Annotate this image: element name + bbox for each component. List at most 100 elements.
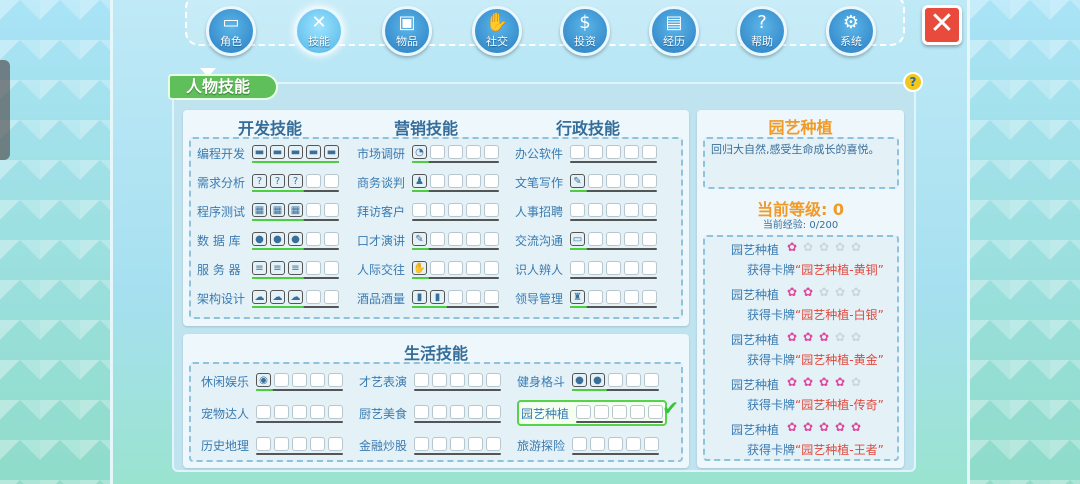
skill-name: 口才演讲 (357, 233, 406, 248)
nav-tab-button[interactable]: ⚙ 系统 (826, 6, 876, 56)
people-icon (412, 202, 427, 217)
skill-row[interactable]: 识人辨人 (515, 256, 657, 282)
nav-tab-0[interactable]: ▭ 角色 (203, 6, 259, 62)
skill-name: 交流沟通 (515, 233, 564, 248)
skill-name: 酒品酒量 (357, 291, 406, 306)
nav-tab-button[interactable]: ▭ 角色 (206, 6, 256, 56)
people-icon (430, 202, 445, 217)
skill-row[interactable]: 健身格斗 ● ● (517, 368, 659, 394)
skill-row[interactable]: 宠物达人 (201, 400, 343, 426)
skill-row[interactable]: 程序测试 ▦ ▦ ▦ (197, 198, 339, 224)
skill-row[interactable]: 架构设计 ☁ ☁ ☁ (197, 285, 339, 311)
reward-get-label: 获得卡牌 (747, 308, 796, 322)
microphone-icon (448, 231, 463, 246)
skill-name: 服 务 器 (197, 262, 241, 277)
nav-tab-6[interactable]: ? 帮助 (734, 6, 790, 62)
close-button[interactable]: ✕ (922, 5, 962, 45)
skill-row[interactable]: 旅游探险 (517, 432, 659, 458)
skill-level-icons (572, 436, 659, 455)
money-bag-icon (414, 436, 429, 451)
skill-row[interactable]: 拜访客户 (357, 198, 499, 224)
help-button[interactable]: ? (903, 72, 923, 92)
side-drawer-handle[interactable] (0, 60, 10, 160)
skill-row[interactable]: 需求分析??? (197, 169, 339, 195)
pie-chart-icon (466, 144, 481, 159)
reward-text: 获得卡牌“园艺种植-白银” (747, 306, 884, 323)
nav-tab-button[interactable]: $ 投资 (560, 6, 610, 56)
flower-icon (612, 404, 627, 419)
skill-row[interactable]: 文笔写作 ✎ (515, 169, 657, 195)
panel-title: 人物技能 (168, 74, 278, 100)
skill-name: 旅游探险 (517, 438, 566, 453)
nav-tab-button[interactable]: ✕ 技能 (294, 6, 344, 56)
flower-pot-icon: ✿ (802, 285, 814, 299)
skill-row[interactable]: 编程开发 ▬ ▬ ▬ ▬ ▬ (197, 140, 339, 166)
nav-tab-button[interactable]: ▤ 经历 (649, 6, 699, 56)
handshake-icon: ✋ (485, 11, 509, 33)
nav-tab-button[interactable]: ✋ 社交 (472, 6, 522, 56)
money-bag-icon (450, 436, 465, 451)
skill-row[interactable]: 口才演讲 ✎ (357, 227, 499, 253)
skill-row[interactable]: 才艺表演 (359, 368, 501, 394)
money-bag-icon (486, 436, 501, 451)
gamepad-icon (274, 372, 289, 387)
skill-row[interactable]: 历史地理 (201, 432, 343, 458)
check-icon: ✔ (662, 396, 679, 420)
reward-get-label: 获得卡牌 (747, 443, 796, 457)
nav-tab-1[interactable]: ✕ 技能 (291, 6, 347, 62)
skill-row[interactable]: 市场调研 ◔ (357, 140, 499, 166)
reward-text: 获得卡牌“园艺种植-王者” (747, 441, 884, 458)
nav-tab-4[interactable]: $ 投资 (557, 6, 613, 62)
skill-row[interactable]: 园艺种植 ✔ (517, 396, 679, 426)
chat-icon: ▭ (570, 231, 585, 246)
nav-tab-7[interactable]: ⚙ 系统 (823, 6, 879, 62)
server-icon: ≡ (270, 260, 285, 275)
flower-pot-icon: ✿ (818, 420, 830, 434)
skill-row[interactable]: 领导管理 ♜ (515, 285, 657, 311)
computer-icon: ▦ (288, 202, 303, 217)
skill-row[interactable]: 商务谈判 ♟ (357, 169, 499, 195)
document-icon: ▤ (665, 11, 683, 33)
nav-tab-button[interactable]: ? 帮助 (737, 6, 787, 56)
skill-row[interactable]: 交流沟通 ▭ (515, 227, 657, 253)
question-bubble-icon: ? (270, 173, 285, 188)
cloud-icon: ☁ (288, 289, 303, 304)
skill-name: 历史地理 (201, 438, 250, 453)
skill-row[interactable]: 人际交往 ✋ (357, 256, 499, 282)
skill-level-icons (414, 404, 501, 423)
handshake-icon (466, 260, 481, 275)
skill-row[interactable]: 人事招聘 (515, 198, 657, 224)
chef-icon (486, 404, 501, 419)
nav-tab-5[interactable]: ▤ 经历 (646, 6, 702, 62)
computer-icon (306, 202, 321, 217)
skill-row[interactable]: 休闲娱乐 ◉ (201, 368, 343, 394)
skill-row[interactable]: 办公软件 (515, 140, 657, 166)
skill-level-icons: ♜ (570, 289, 657, 308)
reward-level-flowers: ✿ ✿ ✿ ✿ ✿ (785, 419, 863, 435)
skill-level-icons (570, 144, 657, 163)
flower-icon (630, 404, 645, 419)
skill-row[interactable]: 金融炒股 (359, 432, 501, 458)
money-bag-icon (432, 436, 447, 451)
skill-level-icons (570, 202, 657, 221)
reward-level-flowers: ✿ ✿ ✿ ✿ ✿ (785, 374, 863, 390)
background-right (970, 0, 1080, 484)
work-column-title: 开发技能 (237, 119, 302, 138)
skill-row[interactable]: 服 务 器 ≡ ≡ ≡ (197, 256, 339, 282)
nav-tab-3[interactable]: ✋ 社交 (469, 6, 525, 62)
nav-tab-button[interactable]: ▣ 物品 (382, 6, 432, 56)
reward-level-flowers: ✿ ✿ ✿ ✿ ✿ (785, 239, 863, 255)
detail-description-box: 回归大自然,感受生命成长的喜悦。 (703, 137, 899, 189)
nav-tab-label: 角色 (220, 34, 242, 48)
skill-row[interactable]: 数 据 库 ● ● ● (197, 227, 339, 253)
bottle-icon (466, 289, 481, 304)
reward-skill-name: 园艺种植 (731, 288, 780, 302)
suit-icon (624, 289, 639, 304)
cloud-icon (324, 289, 339, 304)
note-icon (642, 173, 657, 188)
nav-tab-2[interactable]: ▣ 物品 (379, 6, 435, 62)
skill-row[interactable]: 酒品酒量 ▮ ▮ (357, 285, 499, 311)
people-icon (484, 202, 499, 217)
flower-pot-icon: ✿ (850, 285, 862, 299)
skill-row[interactable]: 厨艺美食 (359, 400, 501, 426)
